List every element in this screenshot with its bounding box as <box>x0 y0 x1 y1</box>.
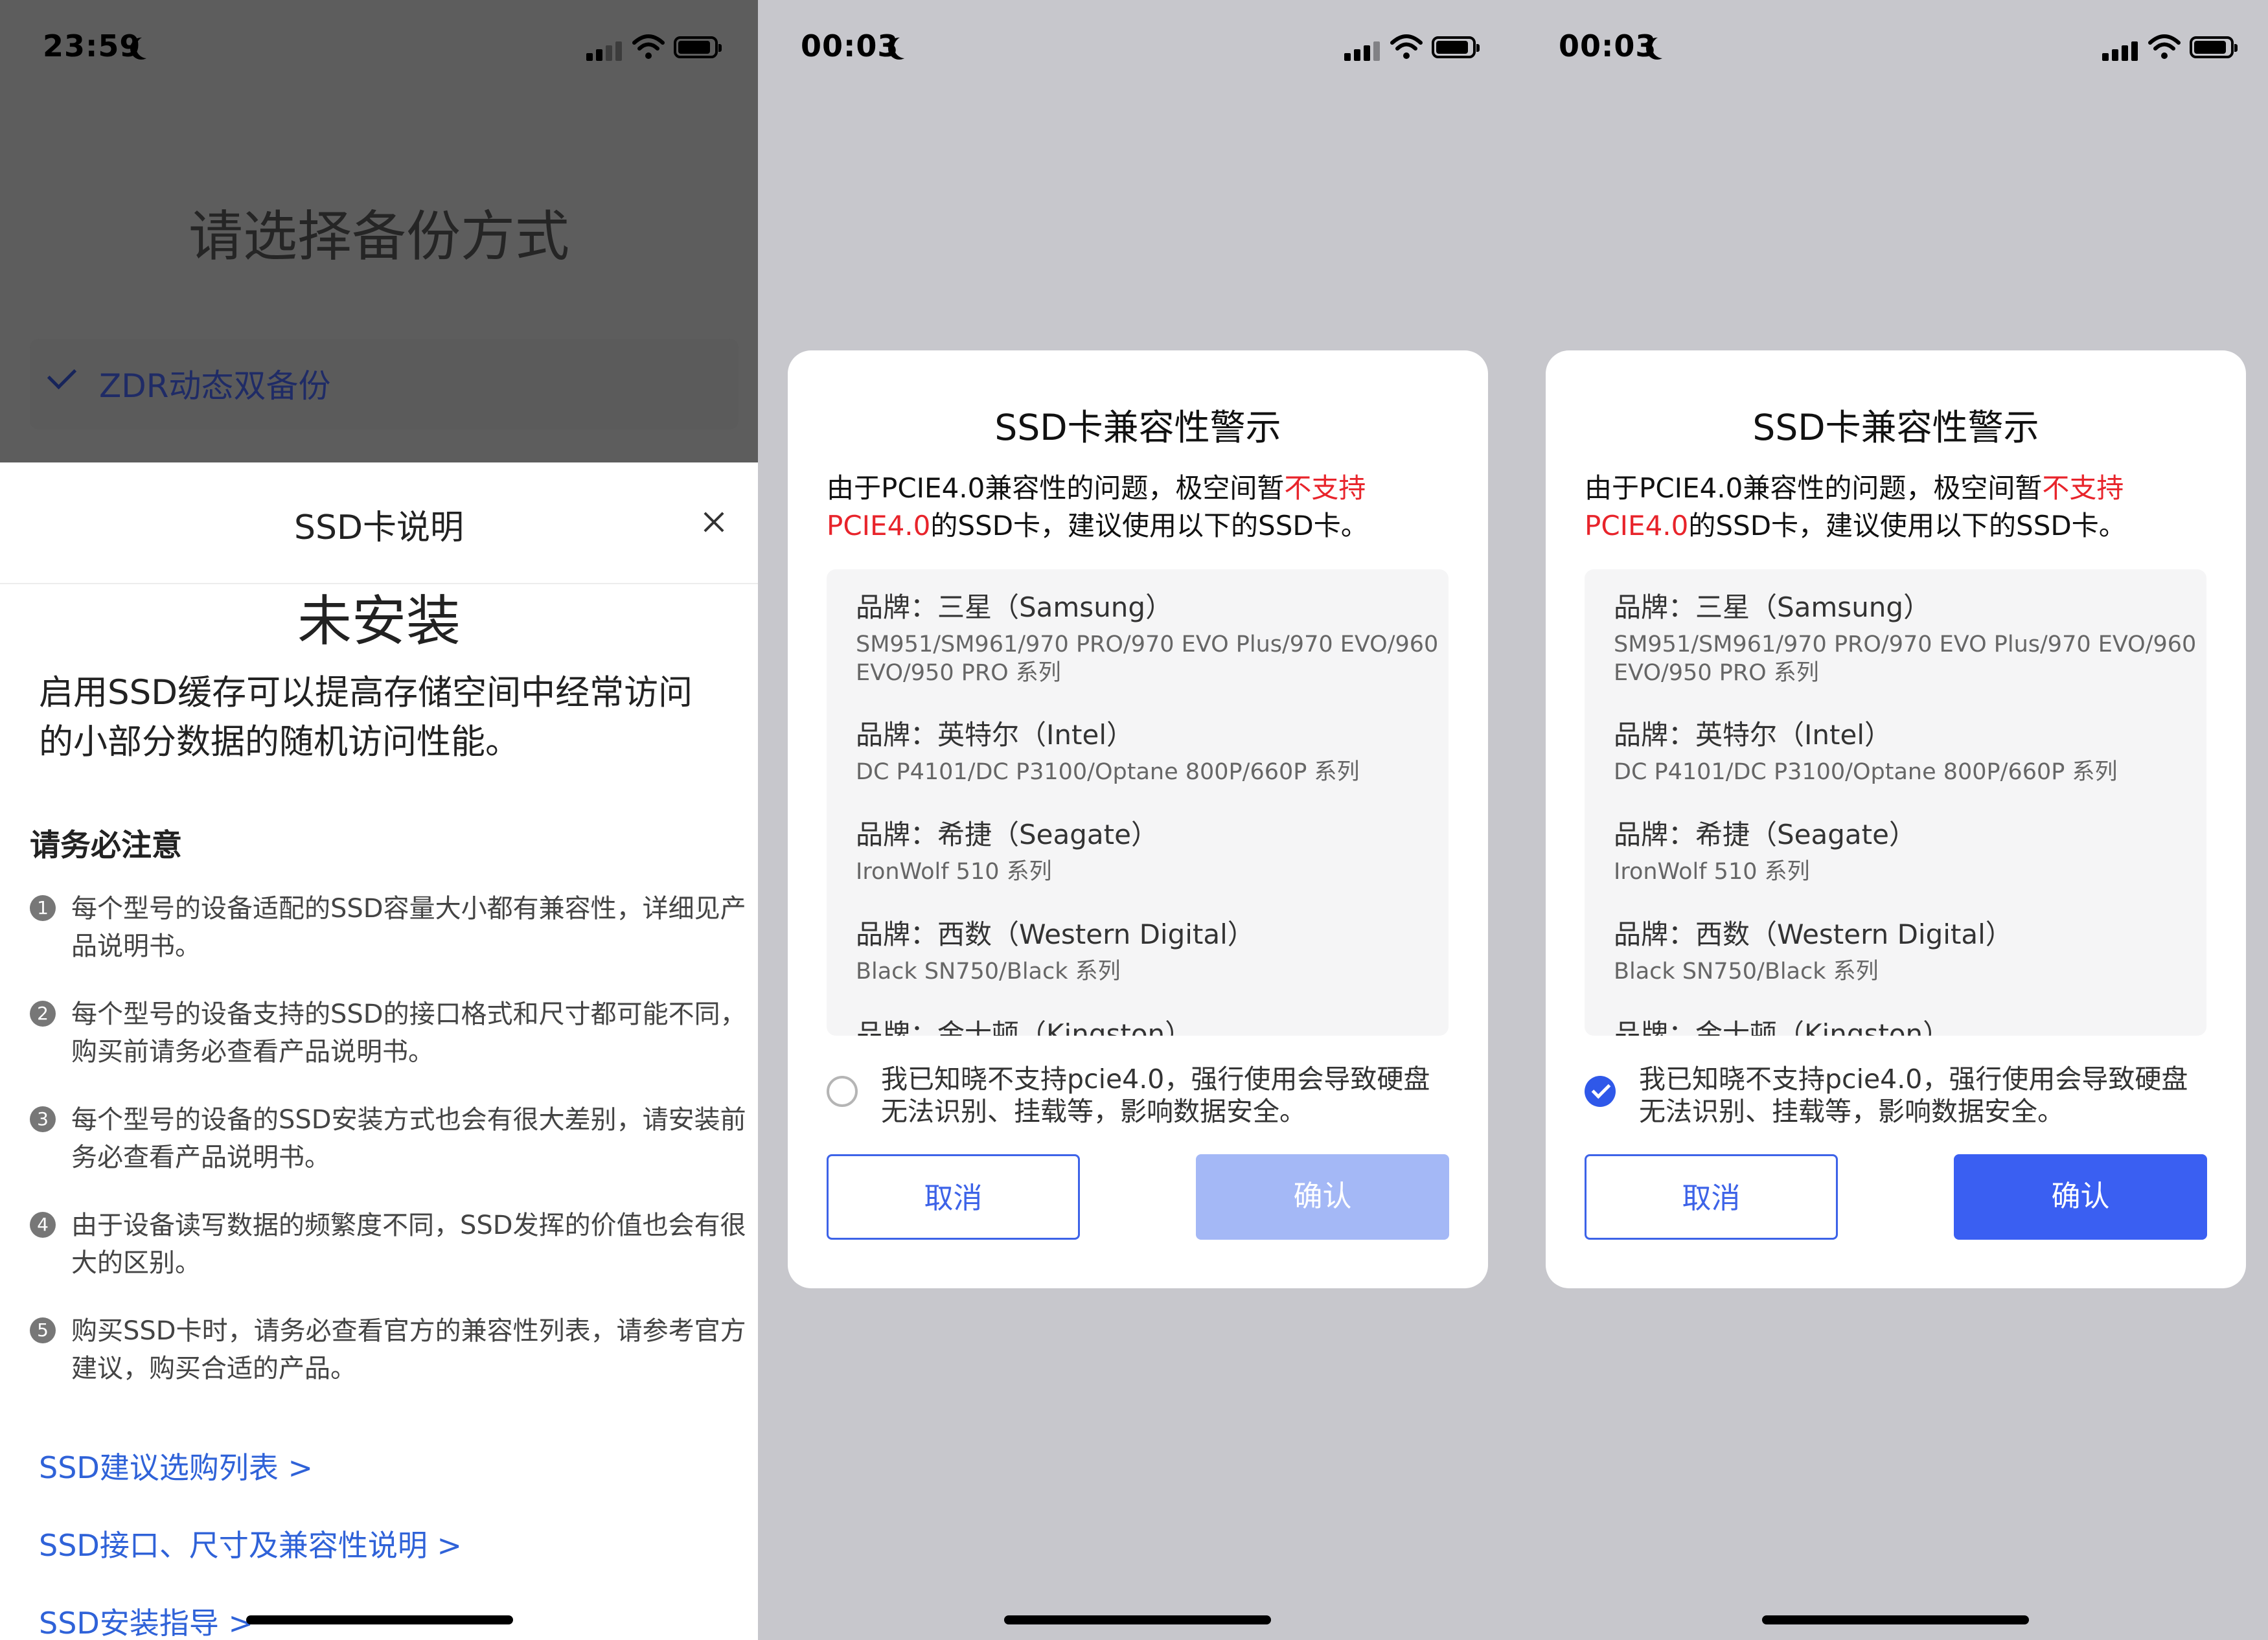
brand-item: 品牌：金士顿（Kingston） <box>856 1016 1439 1036</box>
brand-name: 品牌：西数（Western Digital） <box>1614 918 2013 950</box>
brand-name: 品牌：西数（Western Digital） <box>856 918 1255 950</box>
status-bar: 00:03 <box>758 0 1516 97</box>
dialog-message: 由于PCIE4.0兼容性的问题，极空间暂不支持PCIE4.0的SSD卡，建议使用… <box>1585 470 2213 545</box>
screen-compat-warning-checked: 00:03 SSD卡兼容性警示 由于PCIE4.0兼容性的问题，极空间暂不支持P… <box>1516 0 2268 1640</box>
note-text: 购买SSD卡时，请务必查看官方的兼容性列表，请参考官方建议，购买合适的产品。 <box>71 1316 746 1384</box>
intro-text: 启用SSD缓存可以提高存储空间中经常访问的小部分数据的随机访问性能。 <box>39 673 693 762</box>
cancel-button[interactable]: 取消 <box>827 1154 1080 1240</box>
brand-models: DC P4101/DC P3100/Optane 800P/660P 系列 <box>856 759 1360 785</box>
brand-models: Black SN750/Black 系列 <box>856 959 1121 985</box>
acknowledge-checkbox-row[interactable]: 我已知晓不支持pcie4.0，强行使用会导致硬盘无法识别、挂载等，影响数据安全。 <box>1585 1063 2206 1134</box>
install-status: 未安装 <box>297 589 461 653</box>
home-indicator <box>1004 1615 1271 1624</box>
brand-item: 品牌：西数（Western Digital） Black SN750/Black… <box>1614 916 2197 986</box>
number-badge: 2 <box>30 1001 56 1027</box>
brand-models: SM951/SM961/970 PRO/970 EVO Plus/970 EVO… <box>1614 632 2197 686</box>
cancel-button[interactable]: 取消 <box>1585 1154 1838 1240</box>
brand-list[interactable]: 品牌：三星（Samsung） SM951/SM961/970 PRO/970 E… <box>827 569 1449 1036</box>
brand-list[interactable]: 品牌：三星（Samsung） SM951/SM961/970 PRO/970 E… <box>1585 569 2206 1036</box>
number-badge: 5 <box>30 1317 56 1343</box>
brand-name: 品牌：英特尔（Intel） <box>856 719 1134 751</box>
signal-icon <box>586 38 625 61</box>
status-bar: 00:03 <box>1516 0 2268 97</box>
notice-heading: 请务必注意 <box>30 828 182 863</box>
dialog-title: SSD卡兼容性警示 <box>1752 407 2039 448</box>
link-ssd-install-guide[interactable]: SSD安装指导 > <box>39 1600 253 1640</box>
screen-ssd-info: 请选择备份方式 ZDR动态双备份 23:59 SSD卡说明 未安装 启用SSD缓… <box>0 0 758 1640</box>
confirm-button[interactable]: 确认 <box>1954 1154 2207 1240</box>
signal-icon <box>1344 38 1383 61</box>
message-text: 的SSD卡，建议使用以下的SSD卡。 <box>930 510 1368 541</box>
message-text: 由于PCIE4.0兼容性的问题，极空间暂 <box>827 472 1285 504</box>
dialog-title: SSD卡兼容性警示 <box>994 407 1281 448</box>
compat-warning-dialog: SSD卡兼容性警示 由于PCIE4.0兼容性的问题，极空间暂不支持PCIE4.0… <box>1546 350 2246 1288</box>
wifi-icon <box>632 34 665 59</box>
brand-item: 品牌：希捷（Seagate） IronWolf 510 系列 <box>1614 816 2197 886</box>
wifi-icon <box>1390 34 1423 59</box>
close-icon[interactable] <box>701 509 727 535</box>
link-ssd-purchase-list[interactable]: SSD建议选购列表 > <box>39 1444 313 1487</box>
brand-item: 品牌：西数（Western Digital） Black SN750/Black… <box>856 916 1439 986</box>
number-badge: 4 <box>30 1212 56 1238</box>
message-text: 由于PCIE4.0兼容性的问题，极空间暂 <box>1585 472 2043 504</box>
number-badge: 3 <box>30 1106 56 1132</box>
brand-name: 品牌：希捷（Seagate） <box>1614 819 1916 850</box>
brand-models: IronWolf 510 系列 <box>1614 859 1810 885</box>
note-text: 由于设备读写数据的频繁度不同，SSD发挥的价值也会有很大的区别。 <box>71 1211 746 1278</box>
brand-models: SM951/SM961/970 PRO/970 EVO Plus/970 EVO… <box>856 632 1439 686</box>
screen-compat-warning-unchecked: 00:03 SSD卡兼容性警示 由于PCIE4.0兼容性的问题，极空间暂不支持P… <box>758 0 1516 1640</box>
status-time: 00:03 <box>801 28 899 63</box>
acknowledge-text: 我已知晓不支持pcie4.0，强行使用会导致硬盘无法识别、挂载等，影响数据安全。 <box>881 1064 1430 1127</box>
ssd-info-sheet: SSD卡说明 未安装 启用SSD缓存可以提高存储空间中经常访问的小部分数据的随机… <box>0 462 758 1640</box>
backup-method-title: 请选择备份方式 <box>188 205 569 268</box>
status-time: 00:03 <box>1559 28 1657 63</box>
brand-item: 品牌：英特尔（Intel） DC P4101/DC P3100/Optane 8… <box>1614 716 2197 786</box>
number-badge: 1 <box>30 895 56 921</box>
brand-name: 品牌：金士顿（Kingston） <box>856 1018 1193 1036</box>
signal-icon <box>2102 38 2141 61</box>
home-indicator <box>1762 1615 2029 1624</box>
backup-option-label: ZDR动态双备份 <box>99 367 331 405</box>
battery-icon <box>674 36 722 58</box>
confirm-button[interactable]: 确认 <box>1196 1154 1449 1240</box>
moon-icon <box>1652 36 1674 58</box>
moon-icon <box>136 36 158 58</box>
brand-models: Black SN750/Black 系列 <box>1614 959 1879 985</box>
brand-item: 品牌：英特尔（Intel） DC P4101/DC P3100/Optane 8… <box>856 716 1439 786</box>
brand-item: 品牌：希捷（Seagate） IronWolf 510 系列 <box>856 816 1439 886</box>
sheet-title: SSD卡说明 <box>293 508 464 547</box>
compat-warning-dialog: SSD卡兼容性警示 由于PCIE4.0兼容性的问题，极空间暂不支持PCIE4.0… <box>788 350 1488 1288</box>
wifi-icon <box>2148 34 2181 59</box>
brand-name: 品牌：三星（Samsung） <box>1614 591 1931 623</box>
brand-name: 品牌：英特尔（Intel） <box>1614 719 1892 751</box>
acknowledge-text: 我已知晓不支持pcie4.0，强行使用会导致硬盘无法识别、挂载等，影响数据安全。 <box>1639 1064 2188 1127</box>
link-ssd-interface-compat[interactable]: SSD接口、尺寸及兼容性说明 > <box>39 1522 462 1565</box>
brand-models: DC P4101/DC P3100/Optane 800P/660P 系列 <box>1614 759 2118 785</box>
acknowledge-radio[interactable] <box>827 1076 858 1107</box>
status-bar: 23:59 <box>0 0 758 97</box>
home-indicator <box>246 1615 513 1624</box>
note-text: 每个型号的设备的SSD安装方式也会有很大差别，请安装前务必查看产品说明书。 <box>71 1105 746 1172</box>
status-time: 23:59 <box>43 28 141 63</box>
note-text: 每个型号的设备适配的SSD容量大小都有兼容性，详细见产品说明书。 <box>71 894 746 961</box>
message-text: 的SSD卡，建议使用以下的SSD卡。 <box>1688 510 2126 541</box>
acknowledge-checkbox-row[interactable]: 我已知晓不支持pcie4.0，强行使用会导致硬盘无法识别、挂载等，影响数据安全。 <box>827 1063 1449 1134</box>
sheet-header: SSD卡说明 <box>0 462 758 584</box>
brand-item: 品牌：三星（Samsung） SM951/SM961/970 PRO/970 E… <box>856 589 1439 687</box>
moon-icon <box>894 36 916 58</box>
note-text: 每个型号的设备支持的SSD的接口格式和尺寸都可能不同，购买前请务必查看产品说明书… <box>71 999 746 1067</box>
dialog-message: 由于PCIE4.0兼容性的问题，极空间暂不支持PCIE4.0的SSD卡，建议使用… <box>827 470 1455 545</box>
brand-item: 品牌：三星（Samsung） SM951/SM961/970 PRO/970 E… <box>1614 589 2197 687</box>
brand-item: 品牌：金士顿（Kingston） <box>1614 1016 2197 1036</box>
brand-name: 品牌：希捷（Seagate） <box>856 819 1158 850</box>
battery-icon <box>1432 36 1480 58</box>
brand-name: 品牌：金士顿（Kingston） <box>1614 1018 1951 1036</box>
brand-name: 品牌：三星（Samsung） <box>856 591 1173 623</box>
battery-icon <box>2190 36 2238 58</box>
brand-models: IronWolf 510 系列 <box>856 859 1052 885</box>
acknowledge-radio-checked[interactable] <box>1585 1076 1616 1107</box>
